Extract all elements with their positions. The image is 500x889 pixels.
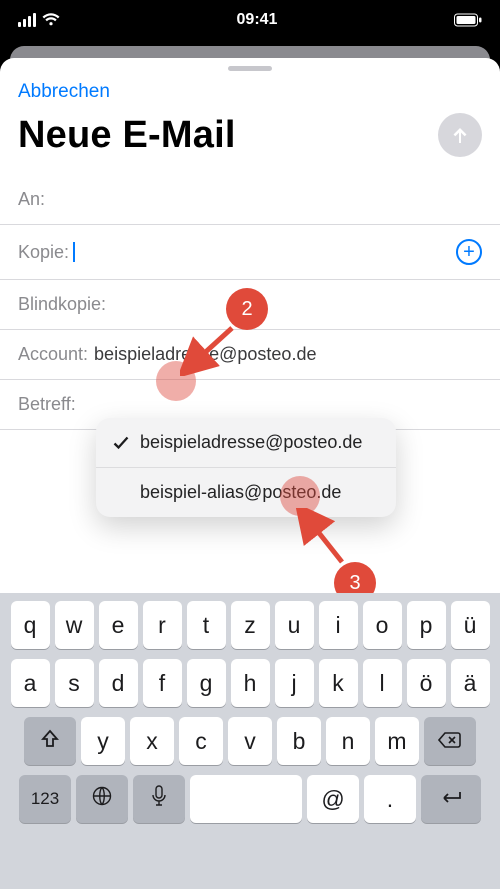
- globe-icon: [91, 785, 113, 813]
- account-option-label: beispieladresse@posteo.de: [140, 432, 362, 453]
- microphone-icon: [151, 785, 167, 813]
- dot-key[interactable]: .: [364, 775, 416, 823]
- dictation-key[interactable]: [133, 775, 185, 823]
- key-y[interactable]: y: [81, 717, 125, 765]
- key-a[interactable]: a: [11, 659, 50, 707]
- plus-icon: +: [463, 242, 475, 262]
- return-icon: [438, 786, 464, 813]
- to-label: An:: [18, 189, 66, 210]
- key-r[interactable]: r: [143, 601, 182, 649]
- cc-field[interactable]: Kopie: +: [0, 225, 500, 280]
- key-h[interactable]: h: [231, 659, 270, 707]
- key-i[interactable]: i: [319, 601, 358, 649]
- account-option-0[interactable]: beispieladresse@posteo.de: [96, 418, 396, 467]
- cancel-button[interactable]: Abbrechen: [0, 71, 128, 107]
- at-key[interactable]: @: [307, 775, 359, 823]
- account-field[interactable]: Account: beispieladresse@posteo.de: [0, 330, 500, 380]
- battery-icon: [454, 13, 482, 27]
- key-j[interactable]: j: [275, 659, 314, 707]
- backspace-key[interactable]: [424, 717, 476, 765]
- key-d[interactable]: d: [99, 659, 138, 707]
- key-m[interactable]: m: [375, 717, 419, 765]
- key-u[interactable]: u: [275, 601, 314, 649]
- space-key[interactable]: [190, 775, 302, 823]
- sheet-grabber[interactable]: [228, 66, 272, 71]
- key-g[interactable]: g: [187, 659, 226, 707]
- key-b[interactable]: b: [277, 717, 321, 765]
- account-dropdown: beispieladresse@posteo.de beispiel-alias…: [96, 418, 396, 517]
- key-f[interactable]: f: [143, 659, 182, 707]
- arrow-up-icon: [449, 124, 471, 146]
- cc-label: Kopie:: [18, 242, 69, 263]
- numbers-key[interactable]: 123: [19, 775, 71, 823]
- bcc-label: Blindkopie:: [18, 294, 106, 315]
- account-label: Account:: [18, 344, 88, 365]
- text-cursor: [73, 242, 75, 262]
- backspace-icon: [438, 728, 462, 755]
- key-ue[interactable]: ü: [451, 601, 490, 649]
- cellular-signal-icon: [18, 13, 36, 27]
- key-n[interactable]: n: [326, 717, 370, 765]
- key-o[interactable]: o: [363, 601, 402, 649]
- compose-sheet: Abbrechen Neue E-Mail An: Kopie: + Blind…: [0, 58, 500, 889]
- wifi-icon: [42, 13, 60, 27]
- to-field[interactable]: An:: [0, 175, 500, 225]
- shift-key[interactable]: [24, 717, 76, 765]
- annotation-arrow-2: [180, 324, 240, 376]
- add-contact-button[interactable]: +: [456, 239, 482, 265]
- status-bar: 09:41: [0, 0, 500, 40]
- globe-key[interactable]: [76, 775, 128, 823]
- key-ae[interactable]: ä: [451, 659, 490, 707]
- key-oe[interactable]: ö: [407, 659, 446, 707]
- key-e[interactable]: e: [99, 601, 138, 649]
- subject-label: Betreff:: [18, 394, 76, 415]
- annotation-arrow-3: [296, 508, 352, 568]
- key-w[interactable]: w: [55, 601, 94, 649]
- key-s[interactable]: s: [55, 659, 94, 707]
- clock: 09:41: [237, 11, 278, 29]
- keyboard: q w e r t z u i o p ü a s d f g h j k: [0, 593, 500, 889]
- return-key[interactable]: [421, 775, 481, 823]
- shift-icon: [40, 728, 60, 755]
- key-z[interactable]: z: [231, 601, 270, 649]
- key-c[interactable]: c: [179, 717, 223, 765]
- key-p[interactable]: p: [407, 601, 446, 649]
- page-title: Neue E-Mail: [18, 114, 236, 157]
- key-l[interactable]: l: [363, 659, 402, 707]
- checkmark-icon: [112, 436, 130, 450]
- key-t[interactable]: t: [187, 601, 226, 649]
- key-v[interactable]: v: [228, 717, 272, 765]
- key-q[interactable]: q: [11, 601, 50, 649]
- key-k[interactable]: k: [319, 659, 358, 707]
- send-button[interactable]: [438, 113, 482, 157]
- key-x[interactable]: x: [130, 717, 174, 765]
